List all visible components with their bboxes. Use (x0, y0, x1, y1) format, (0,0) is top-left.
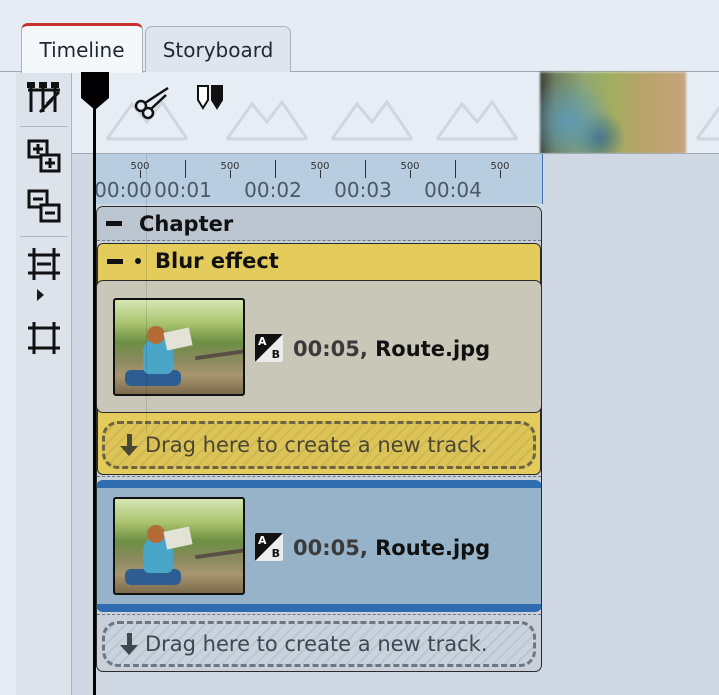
ruler-tick (365, 160, 366, 178)
divider (97, 476, 541, 477)
drop-zone[interactable]: Drag here to create a new track. (102, 621, 536, 667)
transition-ab-icon[interactable]: AB (255, 533, 283, 561)
chapter-title: Chapter (139, 211, 234, 236)
down-arrow-icon (119, 434, 139, 456)
chapter-header[interactable]: Chapter (97, 207, 541, 241)
secondary-marker-line (146, 154, 147, 434)
watermark-icon (330, 99, 414, 141)
scissors-icon[interactable] (132, 80, 172, 120)
ruler-minor-label: 500 (490, 161, 510, 172)
playhead-line[interactable] (93, 108, 96, 695)
clip-label: 00:05, Route.jpg (293, 536, 490, 560)
clip-filename: Route.jpg (375, 337, 491, 361)
image-clip-selected[interactable]: AB 00:05, Route.jpg (96, 480, 542, 612)
tab-timeline[interactable]: Timeline (21, 23, 143, 73)
left-toolbar (16, 72, 72, 695)
ruler-label: 00:04 (424, 178, 482, 202)
blur-effect-header[interactable]: Blur effect (98, 244, 540, 278)
preview-thumbnail (540, 72, 686, 154)
drop-zone-label: Drag here to create a new track. (145, 433, 488, 457)
ruler-label: 00:02 (244, 178, 302, 202)
collapse-icon[interactable] (106, 221, 122, 226)
transition-ab-icon[interactable]: AB (255, 334, 283, 362)
down-arrow-icon (119, 633, 139, 655)
ruler-minor-label: 500 (220, 161, 240, 172)
clip-duration: 00:05, (293, 337, 368, 361)
divider (97, 614, 541, 615)
clip-label: 00:05, Route.jpg (293, 337, 490, 361)
ruler-background (543, 154, 719, 204)
fit-width-icon[interactable] (24, 244, 64, 284)
ruler-minor-label: 500 (310, 161, 330, 172)
clip-filename: Route.jpg (375, 536, 491, 560)
ruler-label: 00:01 (154, 178, 212, 202)
blur-effect-title: Blur effect (155, 249, 279, 273)
clip-thumbnail (113, 298, 245, 396)
ruler-tick (455, 160, 456, 178)
watermark-icon (225, 99, 309, 141)
remove-track-icon[interactable] (24, 186, 64, 226)
clip-thumbnail (113, 497, 245, 595)
bullet-icon (135, 258, 141, 264)
ruler-tick (275, 160, 276, 178)
drop-zone-label: Drag here to create a new track. (145, 632, 488, 656)
ruler-tick (185, 160, 186, 178)
ruler-label: 00:00 (94, 178, 152, 202)
tab-storyboard-label: Storyboard (162, 37, 274, 62)
image-clip[interactable]: AB 00:05, Route.jpg (96, 280, 542, 413)
drop-zone[interactable]: Drag here to create a new track. (102, 421, 536, 469)
marker-icon[interactable] (196, 84, 226, 112)
expand-icon[interactable] (24, 318, 64, 358)
tab-timeline-label: Timeline (39, 37, 125, 62)
time-ruler[interactable]: 500 500 500 500 500 00:00 00:01 00:02 00… (94, 154, 543, 204)
add-track-icon[interactable] (24, 136, 64, 176)
expand-arrow-icon[interactable] (37, 289, 44, 301)
timeline-split-icon[interactable] (24, 78, 64, 118)
clip-duration: 00:05, (293, 536, 368, 560)
watermark-icon (435, 99, 519, 141)
collapse-icon[interactable] (107, 258, 123, 264)
ruler-label: 00:03 (334, 178, 392, 202)
playhead-handle[interactable] (80, 72, 110, 112)
ruler-minor-label: 500 (400, 161, 420, 172)
watermark-icon (695, 105, 719, 141)
tab-storyboard[interactable]: Storyboard (145, 26, 291, 72)
